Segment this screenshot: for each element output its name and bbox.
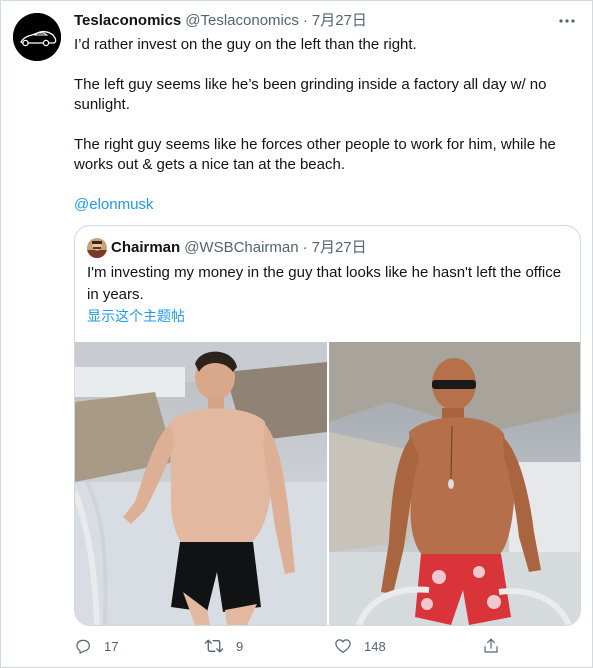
author-handle[interactable]: @Teslaconomics xyxy=(185,11,299,31)
separator-dot: · xyxy=(302,12,308,29)
quote-date[interactable]: 7月27日 xyxy=(312,238,367,258)
quote-text: I'm investing my money in the guy that l… xyxy=(87,264,562,303)
reply-count: 17 xyxy=(104,638,119,654)
share-icon xyxy=(482,637,500,655)
quote-author-avatar xyxy=(87,238,107,258)
show-thread-link[interactable]: 显示这个主题帖 xyxy=(87,306,185,326)
separator-dot: · xyxy=(302,239,308,256)
share-button[interactable] xyxy=(482,637,502,655)
photo-right[interactable] xyxy=(329,342,580,625)
reply-icon xyxy=(74,637,92,655)
author-avatar[interactable] xyxy=(13,13,61,61)
tweet-text: I’d rather invest on the guy on the left… xyxy=(74,35,584,215)
tweet-actions: 17 9 148 xyxy=(74,637,514,655)
photo-left[interactable] xyxy=(75,342,327,625)
tweet-header: Teslaconomics @Teslaconomics · 7月27日 xyxy=(74,11,584,31)
reply-button[interactable]: 17 xyxy=(74,637,204,655)
tweet-paragraph: The right guy seems like he forces other… xyxy=(74,136,556,173)
heart-icon xyxy=(334,637,352,655)
more-horizontal-icon[interactable] xyxy=(555,11,579,31)
tweet-paragraph: I’d rather invest on the guy on the left… xyxy=(74,36,417,53)
quote-header: Chairman @WSBChairman · 7月27日 xyxy=(87,238,367,258)
quoted-tweet[interactable]: Chairman @WSBChairman · 7月27日 I'm invest… xyxy=(74,225,581,626)
retweet-icon xyxy=(204,637,224,655)
like-count: 148 xyxy=(364,638,386,654)
quote-author-name[interactable]: Chairman xyxy=(111,238,180,258)
mention-link[interactable]: @elonmusk xyxy=(74,196,153,213)
like-button[interactable]: 148 xyxy=(334,637,482,655)
tweet-card[interactable]: Teslaconomics @Teslaconomics · 7月27日 I’d… xyxy=(0,0,593,668)
quote-media[interactable] xyxy=(75,342,580,625)
retweet-button[interactable]: 9 xyxy=(204,637,334,655)
author-name[interactable]: Teslaconomics xyxy=(74,11,181,31)
quote-author-handle[interactable]: @WSBChairman xyxy=(184,238,298,258)
retweet-count: 9 xyxy=(236,638,244,654)
tweet-date[interactable]: 7月27日 xyxy=(312,11,367,31)
tweet-paragraph: The left guy seems like he’s been grindi… xyxy=(74,76,547,113)
tweet-body: Teslaconomics @Teslaconomics · 7月27日 I’d… xyxy=(74,11,584,215)
